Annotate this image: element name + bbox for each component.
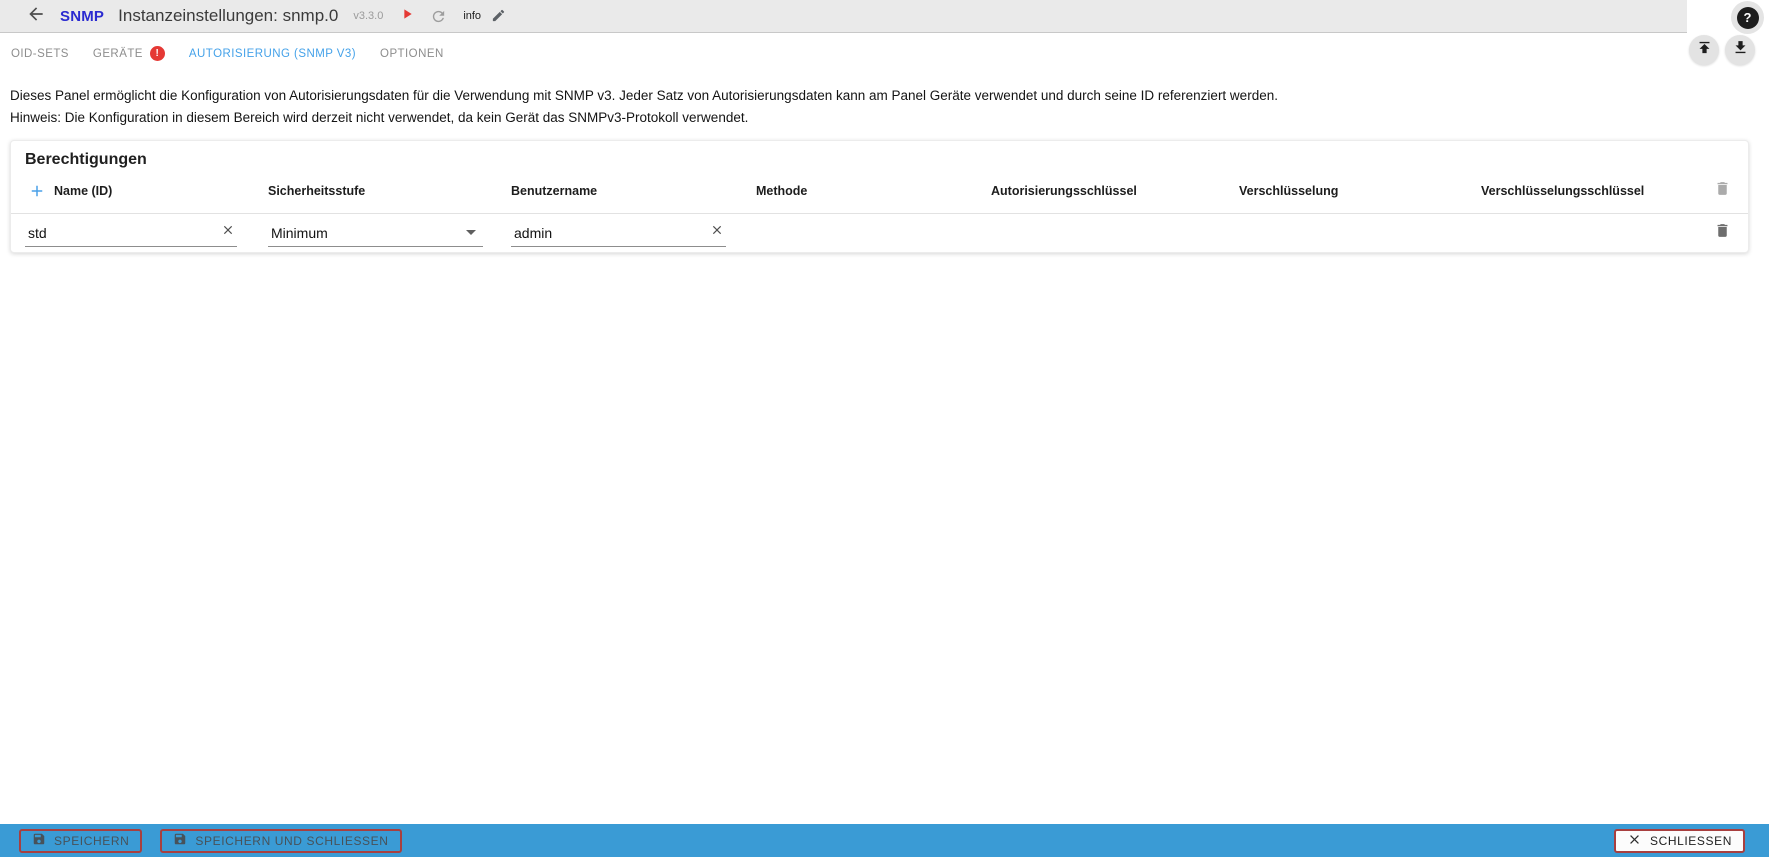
adapter-logo: SNMP [60,7,105,25]
x-clear-icon [710,223,724,242]
edit-button[interactable] [491,8,507,24]
name-id-input[interactable] [25,224,195,241]
username-input[interactable] [511,224,681,241]
save-and-close-button[interactable]: SPEICHERN UND SCHLIESSEN [160,828,402,853]
restart-instance-button[interactable] [430,8,447,25]
column-header-autorisierungsschluessel: Autorisierungsschlüssel [991,184,1137,198]
delete-row-button[interactable] [1711,222,1733,244]
dialog-header: SNMP Instanzeinstellungen: snmp.0 v3.3.0… [0,0,1687,33]
close-button[interactable]: SCHLIESSEN [1613,828,1745,853]
download-config-button[interactable] [1725,35,1755,65]
tab-geraete[interactable]: GERÄTE ! [81,34,177,73]
column-header-sicherheitsstufe: Sicherheitsstufe [268,184,366,198]
column-header-methode: Methode [756,184,808,198]
close-x-icon [1627,832,1642,850]
start-instance-button[interactable] [399,8,415,24]
column-header-verschluesselung: Verschlüsselung [1239,184,1339,198]
tab-autorisierung-snmp-v3[interactable]: AUTORISIERUNG (SNMP V3) [177,34,368,73]
save-toolbar: SPEICHERN SPEICHERN UND SCHLIESSEN SCHLI… [0,824,1769,857]
upload-config-button[interactable] [1689,35,1719,65]
back-button[interactable] [25,5,47,27]
description-line-2: Hinweis: Die Konfiguration in diesem Ber… [10,110,749,125]
save-icon [32,832,46,849]
clear-name-button[interactable] [219,224,237,242]
description-line-1: Dieses Panel ermöglicht die Konfiguratio… [10,88,1278,103]
error-badge: ! [149,46,165,61]
plus-icon [28,182,46,200]
pencil-icon [491,9,506,27]
trash-icon [1714,222,1731,244]
name-id-field-wrap [25,220,237,247]
play-icon [399,6,415,27]
column-header-name: Name (ID) [54,184,113,198]
config-transfer-buttons [1689,35,1755,65]
download-icon [1732,39,1749,61]
page-title: Instanzeinstellungen: snmp.0 [118,6,339,25]
column-header-verschluesselungsschluessel: Verschlüsselungsschlüssel [1481,184,1645,198]
table-header-row: Name (ID) Sicherheitsstufe Benutzername … [11,169,1748,214]
refresh-icon [430,10,447,29]
security-level-value: Minimum [271,224,328,241]
x-clear-icon [221,223,235,242]
upload-icon [1696,39,1713,61]
question-mark-icon: ? [1736,6,1759,29]
panel-description: Dieses Panel ermöglicht die Konfiguratio… [10,85,1740,129]
tab-optionen[interactable]: OPTIONEN [368,34,456,73]
delete-all-header-icon [1711,180,1733,202]
add-row-button[interactable] [28,182,46,200]
adapter-version: v3.3.0 [353,10,384,22]
berechtigungen-card: Berechtigungen Name (ID) Sicherheitsstuf… [10,140,1749,253]
help-button[interactable]: ? [1731,1,1764,34]
save-icon [173,832,187,849]
chevron-down-icon [466,230,476,235]
username-field-wrap [511,220,726,247]
settings-tabbar: OID-SETS GERÄTE ! AUTORISIERUNG (SNMP V3… [0,34,1769,73]
clear-username-button[interactable] [708,224,726,242]
column-header-benutzername: Benutzername [511,184,598,198]
arrow-left-icon [26,4,46,29]
card-title: Berechtigungen [25,151,147,168]
table-row: Minimum [11,214,1748,252]
tab-oid-sets[interactable]: OID-SETS [0,34,81,73]
save-button[interactable]: SPEICHERN [19,828,143,853]
security-level-select[interactable]: Minimum [268,220,483,247]
instance-log-level[interactable]: info [463,10,481,22]
trash-icon [1714,180,1731,202]
